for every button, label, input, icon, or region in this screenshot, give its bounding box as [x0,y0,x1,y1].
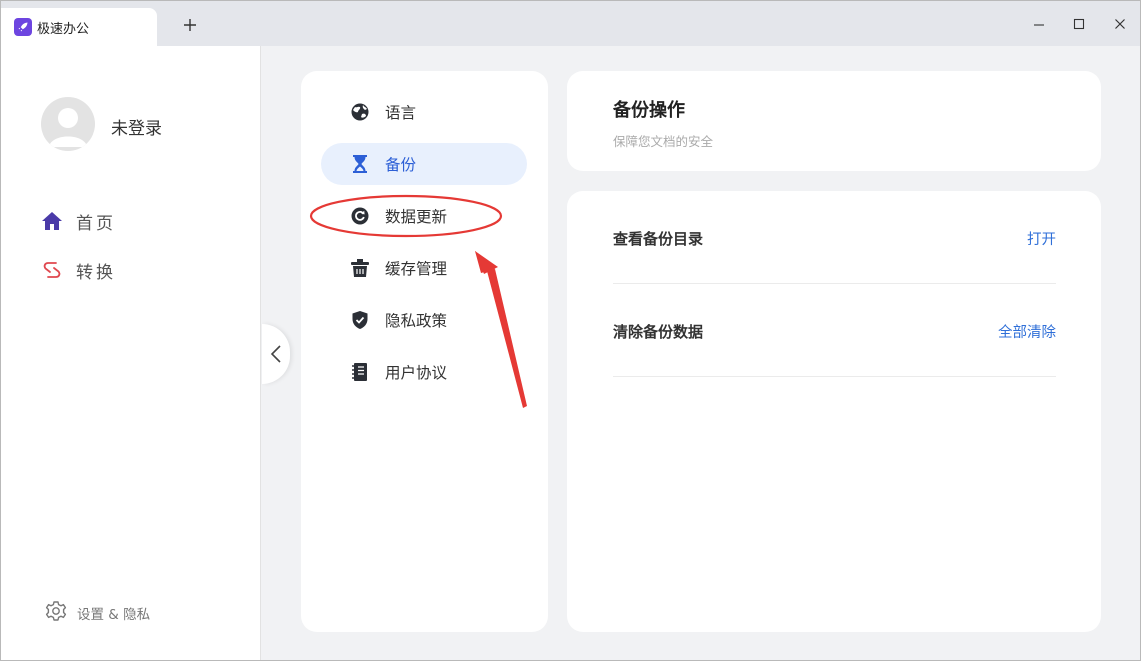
settings-label: 设置 & 隐私 [77,607,151,623]
panel-title: 备份操作 [613,100,685,121]
app-tab[interactable]: 极速办公 [1,8,157,46]
open-backup-dir-link[interactable]: 打开 [1027,228,1056,249]
menu-label-agreement: 用户协议 [385,364,448,382]
notebook-icon [350,362,370,382]
menu-label-language: 语言 [385,104,417,122]
app-window: 极速办公 未登录 首页 转换 设置 & 隐私 语言 备份 数据更新 缓存管理 隐… [0,0,1141,661]
sidebar: 未登录 首页 转换 设置 & 隐私 [1,46,261,660]
nav-label-home: 首页 [76,213,116,234]
nav-item-home[interactable]: 首页 [41,208,116,234]
minimize-icon [1034,24,1044,26]
close-icon [1115,19,1125,29]
minimize-button[interactable] [1030,15,1048,33]
collapse-sidebar-button[interactable] [262,324,290,384]
panel-subtitle: 保障您文档的安全 [613,134,714,149]
trash-icon [350,258,370,278]
menu-item-backup[interactable]: 备份 [321,143,527,185]
tab-title: 极速办公 [37,21,90,37]
menu-item-cache[interactable]: 缓存管理 [321,247,527,289]
row-label-view-backup-dir: 查看备份目录 [613,230,704,248]
row-label-clear-backup: 清除备份数据 [613,323,704,341]
maximize-button[interactable] [1070,15,1088,33]
menu-label-backup: 备份 [385,156,417,174]
title-bar: 极速办公 [1,1,1140,46]
new-tab-button[interactable] [181,16,199,34]
user-silhouette-icon [49,108,87,147]
maximize-icon [1073,18,1085,30]
gear-icon [45,600,67,626]
nav-item-convert[interactable]: 转换 [41,257,116,283]
chevron-left-icon [270,345,281,363]
refresh-icon [350,206,370,226]
menu-item-agreement[interactable]: 用户协议 [321,351,527,393]
menu-item-privacy[interactable]: 隐私政策 [321,299,527,341]
main-content: 未登录 首页 转换 设置 & 隐私 语言 备份 数据更新 缓存管理 隐私政策 用… [1,46,1140,660]
plus-icon [184,19,196,31]
avatar[interactable] [41,97,95,151]
user-name[interactable]: 未登录 [111,114,162,139]
settings-privacy-link[interactable]: 设置 & 隐私 [45,600,151,626]
settings-menu: 语言 备份 数据更新 缓存管理 隐私政策 用户协议 [301,71,548,632]
menu-item-data-update[interactable]: 数据更新 [321,195,527,237]
panel-header: 备份操作 保障您文档的安全 [567,71,1101,171]
home-icon [41,210,63,232]
menu-item-language[interactable]: 语言 [321,91,527,133]
nav-label-convert: 转换 [76,262,116,283]
menu-label-data-update: 数据更新 [385,208,448,226]
list-item: 查看备份目录 打开 [613,191,1056,284]
menu-label-cache: 缓存管理 [385,260,448,278]
convert-icon [41,259,63,281]
close-button[interactable] [1111,15,1129,33]
menu-label-privacy: 隐私政策 [385,312,448,330]
hourglass-icon [350,154,370,174]
list-item: 清除备份数据 全部清除 [613,284,1056,377]
globe-icon [350,102,370,122]
rocket-icon [14,18,32,36]
clear-all-backup-link[interactable]: 全部清除 [998,321,1056,342]
shield-icon [350,310,370,330]
backup-options-card: 查看备份目录 打开 清除备份数据 全部清除 [567,191,1101,632]
